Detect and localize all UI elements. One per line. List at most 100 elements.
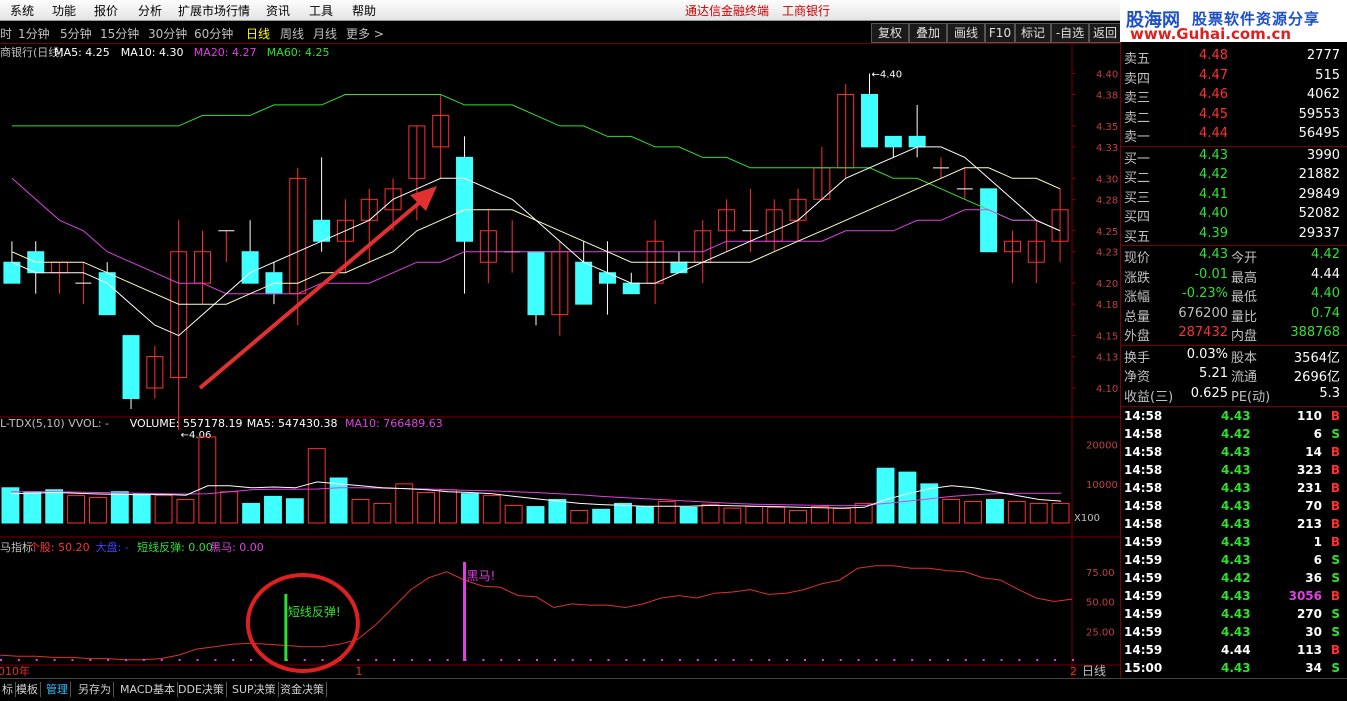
tick-side: S — [1331, 625, 1340, 639]
vol-legend-2: MA5: 547430.38 — [247, 417, 338, 430]
menu-item-3[interactable]: 分析 — [138, 2, 162, 19]
tick-row-1: 14:58 4.42 6 S — [1121, 426, 1347, 444]
vol-bar-46 — [1007, 500, 1026, 524]
candle-44 — [1051, 188, 1069, 263]
menu-item-2[interactable]: 报价 — [94, 2, 118, 19]
sell-label: 卖二 — [1124, 110, 1151, 126]
kline-chart[interactable]: 商银行(日线)MA5: 4.25 MA10: 4.30 MA20: 4.27 MA60… — [0, 43, 1120, 678]
period-tab-4[interactable]: 30分钟 — [148, 25, 187, 42]
tool-button-5[interactable]: -自选 — [1051, 23, 1089, 43]
tool-button-0[interactable]: 复权 — [871, 23, 909, 43]
vol-bar-18 — [395, 483, 414, 524]
candle-34 — [813, 146, 831, 200]
quote-label-2: 内盘 — [1231, 329, 1258, 344]
tick-volume: 231 — [1296, 481, 1322, 495]
tool-button-3[interactable]: F10 — [985, 23, 1015, 43]
tick-volume: 213 — [1296, 517, 1322, 531]
ind-marker-11 — [196, 659, 199, 661]
quote-row-4: 外盘 287432 内盘 388768 — [1121, 324, 1347, 344]
menu-item-1[interactable]: 功能 — [52, 2, 76, 19]
candle-1 — [27, 241, 45, 294]
candle-42 — [1003, 230, 1021, 284]
vol-bar-47 — [1029, 502, 1048, 524]
tool-button-6[interactable]: 返回 — [1089, 23, 1121, 43]
period-tab-8[interactable]: 月线 — [313, 25, 337, 42]
vol-multiplier: X100 — [1074, 513, 1100, 524]
bottom-tab-3[interactable]: 另存为 — [76, 682, 114, 697]
tool-button-4[interactable]: 标记 — [1015, 23, 1051, 43]
tick-row-11: 14:59 4.43 270 S — [1121, 606, 1347, 624]
vol-bar-2 — [45, 489, 64, 524]
period-tab-7[interactable]: 周线 — [280, 25, 304, 42]
bottom-tab-4[interactable]: MACD基本 — [118, 682, 178, 697]
vol-legend-1: VOLUME: 557178.19 — [130, 417, 243, 430]
ind-marker-35 — [625, 659, 628, 661]
menu-item-4[interactable]: 扩展市场行情 — [178, 2, 250, 19]
ind-legend-4: 黑马: 0.00 — [210, 541, 264, 554]
bottom-tab-6[interactable]: SUP决策 — [230, 682, 279, 697]
bottom-tab-7[interactable]: 资金决策 — [278, 682, 327, 697]
period-tab-0[interactable]: 时 — [0, 25, 12, 42]
vol-bar-45 — [985, 499, 1004, 524]
tick-price: 4.43 — [1221, 589, 1251, 603]
ind-marker-45 — [804, 659, 806, 661]
period-tab-3[interactable]: 15分钟 — [100, 25, 139, 42]
tick-row-3: 14:58 4.43 323 B — [1121, 462, 1347, 480]
period-tab-9[interactable]: 更多 > — [346, 25, 384, 42]
stats-row-0: 换手 0.03% 股本 3564亿 — [1121, 346, 1347, 366]
quote-label: 现价 — [1124, 251, 1151, 266]
tick-row-10: 14:59 4.43 3056 B — [1121, 588, 1347, 606]
bottom-tab-1[interactable]: 模板 — [14, 682, 41, 697]
tick-time: 14:59 — [1124, 535, 1163, 549]
vol-bar-34 — [745, 506, 764, 524]
ind-marker-57 — [1018, 659, 1021, 661]
quote-label: 涨幅 — [1124, 290, 1151, 305]
stat-value: 0.625 — [1190, 385, 1228, 401]
tick-volume: 70 — [1305, 499, 1322, 513]
ind-marker-36 — [643, 659, 646, 661]
period-tab-6[interactable]: 日线 — [246, 25, 270, 42]
menu-item-0[interactable]: 系统 — [10, 2, 34, 19]
buy-price: 4.39 — [1199, 225, 1228, 241]
tool-button-1[interactable]: 叠加 — [909, 23, 947, 43]
price-tick-0: 4.40 — [1096, 69, 1118, 80]
vol-bar-4 — [89, 497, 107, 524]
menu-item-5[interactable]: 资讯 — [266, 2, 290, 19]
vol-bar-22 — [482, 495, 501, 524]
menu-item-6[interactable]: 工具 — [309, 2, 333, 19]
candle-19 — [456, 136, 474, 294]
tick-price: 4.42 — [1221, 571, 1251, 585]
menu-item-7[interactable]: 帮助 — [352, 2, 376, 19]
bottom-tab-5[interactable]: DDE决策 — [176, 682, 227, 697]
stats-row-2: 收益(三) 0.625 PE(动) 5.3 — [1121, 385, 1347, 405]
candle-41 — [980, 188, 998, 253]
bottom-tab-2[interactable]: 管理 — [44, 682, 71, 697]
tool-button-2[interactable]: 画线 — [947, 23, 985, 43]
tick-price: 4.43 — [1221, 661, 1251, 675]
ind-marker-14 — [250, 659, 253, 661]
period-tab-5[interactable]: 60分钟 — [194, 25, 233, 42]
tick-price: 4.43 — [1221, 553, 1251, 567]
tick-volume: 110 — [1296, 409, 1322, 423]
vol-bar-0 — [1, 487, 20, 524]
quote-value-2: 4.42 — [1311, 247, 1340, 262]
ind-marker-23 — [410, 659, 413, 661]
candle-32 — [765, 199, 783, 252]
vol-bar-17 — [373, 502, 392, 524]
period-tab-2[interactable]: 5分钟 — [60, 25, 92, 42]
ind-marker-39 — [696, 659, 699, 661]
tick-price: 4.44 — [1221, 643, 1251, 657]
vol-bar-30 — [657, 500, 676, 524]
stat-label: 收益(三) — [1124, 389, 1174, 405]
sell-row-0: 卖五 4.48 2777 — [1121, 47, 1347, 67]
quote-row-2: 涨幅 -0.23% 最低 4.40 — [1121, 285, 1347, 305]
quote-label: 外盘 — [1124, 329, 1151, 344]
ind-marker-37 — [661, 659, 664, 661]
candle-22 — [527, 251, 545, 326]
period-tab-1[interactable]: 1分钟 — [18, 25, 50, 42]
candle-35 — [837, 83, 855, 179]
quote-row-0: 现价 4.43 今开 4.42 — [1121, 246, 1347, 266]
tick-time: 14:58 — [1124, 463, 1163, 477]
vol-bar-10 — [220, 491, 239, 524]
ind-tick-2: 25.00 — [1086, 627, 1115, 638]
